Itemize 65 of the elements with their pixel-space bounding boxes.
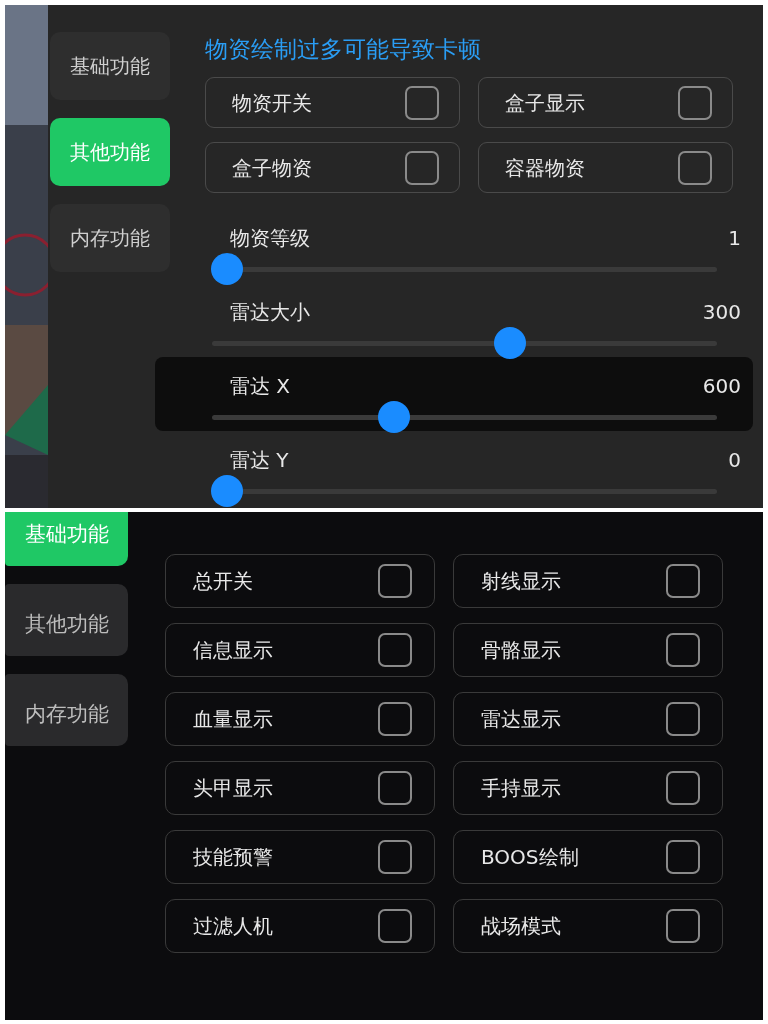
menu-tab[interactable]: 内存功能 (50, 204, 170, 272)
slider-thumb[interactable] (211, 475, 244, 507)
slider-label: 物资等级 (230, 225, 310, 252)
toggle-row[interactable]: 过滤人机 (165, 899, 435, 953)
checkbox[interactable] (378, 564, 412, 598)
slider-label: 雷达大小 (230, 299, 310, 326)
checkbox[interactable] (378, 633, 412, 667)
toggle-label: 血量显示 (193, 706, 273, 733)
slider-value: 300 (702, 299, 741, 326)
checkbox[interactable] (666, 702, 700, 736)
toggle-label: 头甲显示 (193, 775, 273, 802)
slider-thumb[interactable] (211, 253, 244, 285)
checkbox[interactable] (405, 85, 439, 120)
toggle-label: 总开关 (193, 568, 253, 595)
toggle-row[interactable]: 骨骼显示 (453, 623, 723, 677)
toggle-row[interactable]: 物资开关 (205, 77, 460, 128)
toggle-label: 物资开关 (232, 89, 312, 117)
notice-text: 物资绘制过多可能导致卡顿 (205, 35, 482, 64)
checkbox[interactable] (666, 840, 700, 874)
toggle-label: 过滤人机 (193, 913, 273, 940)
slider-value: 600 (702, 373, 741, 400)
toggle-label: 射线显示 (481, 568, 561, 595)
slider-value: 1 (728, 225, 741, 252)
slider-label: 雷达 X (230, 373, 291, 400)
toggle-row[interactable]: 射线显示 (453, 554, 723, 608)
toggle-row[interactable]: 盒子显示 (478, 77, 733, 128)
checkbox[interactable] (678, 85, 712, 120)
toggle-label: 手持显示 (481, 775, 561, 802)
toggle-row[interactable]: 总开关 (165, 554, 435, 608)
checkbox[interactable] (405, 150, 439, 185)
checkbox[interactable] (378, 702, 412, 736)
menu-tab[interactable]: 其他功能 (5, 584, 128, 656)
toggle-label: 信息显示 (193, 637, 273, 664)
slider-label: 雷达 Y (230, 447, 289, 474)
toggle-label: 雷达显示 (481, 706, 561, 733)
checkbox[interactable] (378, 840, 412, 874)
toggle-row[interactable]: 雷达显示 (453, 692, 723, 746)
slider-value: 0 (728, 447, 741, 474)
toggle-row[interactable]: 手持显示 (453, 761, 723, 815)
toggle-row[interactable]: 容器物资 (478, 142, 733, 193)
toggle-label: 盒子显示 (505, 89, 585, 117)
toggle-label: 盒子物资 (232, 154, 312, 182)
checkbox[interactable] (666, 771, 700, 805)
toggle-row[interactable]: 信息显示 (165, 623, 435, 677)
toggle-label: 骨骼显示 (481, 637, 561, 664)
checkbox[interactable] (378, 771, 412, 805)
menu-tab[interactable]: 内存功能 (5, 674, 128, 746)
toggle-row[interactable]: 战场模式 (453, 899, 723, 953)
toggle-label: 技能预警 (193, 844, 273, 871)
toggle-label: 战场模式 (481, 913, 561, 940)
checkbox[interactable] (666, 633, 700, 667)
toggle-row[interactable]: 技能预警 (165, 830, 435, 884)
menu-tab[interactable]: 基础功能 (50, 32, 170, 100)
checkbox[interactable] (378, 909, 412, 943)
slider-thumb[interactable] (377, 401, 410, 433)
toggle-row[interactable]: 盒子物资 (205, 142, 460, 193)
slider-thumb[interactable] (493, 327, 526, 359)
checkbox[interactable] (666, 909, 700, 943)
toggle-label: BOOS绘制 (481, 844, 579, 871)
toggle-row[interactable]: 头甲显示 (165, 761, 435, 815)
checkbox[interactable] (678, 150, 712, 185)
checkbox[interactable] (666, 564, 700, 598)
toggle-row[interactable]: BOOS绘制 (453, 830, 723, 884)
toggle-label: 容器物资 (505, 154, 585, 182)
toggle-row[interactable]: 血量显示 (165, 692, 435, 746)
